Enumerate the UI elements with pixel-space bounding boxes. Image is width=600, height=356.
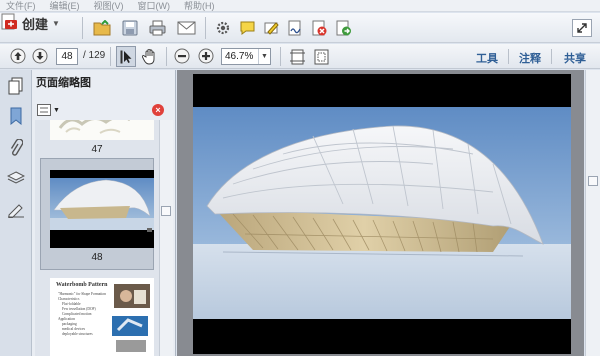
fit-width-icon[interactable] bbox=[288, 47, 306, 66]
thumbnail-label: 47 bbox=[91, 144, 103, 155]
thumbnail-page-49[interactable]: Waterbomb Pattern "Harmonic" for Shape F… bbox=[50, 278, 154, 356]
panel-title: 页面缩略图 bbox=[36, 77, 91, 89]
toolbar-divider bbox=[166, 47, 167, 66]
toolbar-divider bbox=[82, 17, 83, 39]
share-pane-link[interactable]: 共享 bbox=[564, 50, 586, 66]
bookmarks-icon[interactable] bbox=[6, 106, 26, 126]
page-number-input[interactable]: 48 bbox=[56, 48, 78, 65]
menu-bar: 文件(F) 编辑(E) 视图(V) 窗口(W) 帮助(H) bbox=[0, 0, 600, 12]
hand-tool-icon[interactable] bbox=[140, 47, 158, 66]
toolbar-divider bbox=[110, 47, 111, 66]
main-toolbar: 创建 ▼ bbox=[0, 13, 600, 43]
thumbnail-options-menu[interactable]: ▼ bbox=[37, 104, 60, 116]
fit-page-icon[interactable] bbox=[312, 47, 330, 66]
zoom-level-select[interactable]: 46.7% ▼ bbox=[221, 48, 271, 65]
comment-pane-link[interactable]: 注释 bbox=[519, 50, 541, 66]
toolbar-divider bbox=[205, 17, 206, 39]
create-button-label: 创建 bbox=[22, 16, 49, 32]
chevron-down-icon[interactable]: ▼ bbox=[52, 19, 60, 28]
thumbnail-page-47[interactable] bbox=[50, 120, 154, 140]
toolbar-divider bbox=[551, 49, 552, 64]
toolbar-divider bbox=[508, 49, 509, 64]
slide-heading: Waterbomb Pattern bbox=[56, 282, 108, 288]
thumbnail-label: 48 bbox=[91, 252, 103, 263]
open-folder-icon[interactable] bbox=[92, 18, 112, 38]
document-scrollbar[interactable] bbox=[585, 70, 600, 356]
menu-file[interactable]: 文件(F) bbox=[6, 0, 36, 11]
chevron-down-icon: ▼ bbox=[53, 106, 60, 114]
toolbar-divider bbox=[280, 47, 281, 66]
close-panel-icon[interactable]: × bbox=[152, 104, 164, 116]
page-total-label: / 129 bbox=[83, 50, 106, 61]
navigation-toolbar: 48 / 129 46.7% ▼ 工具 注释 共享 bbox=[0, 44, 600, 69]
export-icon[interactable] bbox=[333, 18, 353, 38]
chevron-down-icon[interactable]: ▼ bbox=[258, 49, 270, 64]
attachments-icon[interactable] bbox=[6, 138, 26, 158]
save-icon[interactable] bbox=[120, 18, 140, 38]
menu-view[interactable]: 视图(V) bbox=[94, 0, 124, 11]
document-page bbox=[193, 74, 571, 354]
zoom-in-icon[interactable] bbox=[197, 47, 215, 65]
slide-bullet: deployable structures bbox=[62, 332, 93, 336]
zoom-level-value: 46.7% bbox=[225, 51, 254, 62]
expand-window-icon[interactable] bbox=[572, 19, 592, 37]
highlight-icon[interactable] bbox=[261, 18, 281, 38]
navigation-rail bbox=[0, 70, 32, 356]
email-icon[interactable] bbox=[175, 18, 197, 38]
scrollbar-thumb[interactable] bbox=[161, 206, 171, 216]
sign-icon[interactable] bbox=[285, 18, 305, 38]
page-thumbnails-panel: 页面缩略图 ▼ × 47 48 Waterbomb Pattern "Harmo… bbox=[32, 70, 176, 356]
create-pdf-icon bbox=[0, 13, 18, 34]
print-icon[interactable] bbox=[147, 18, 167, 38]
document-view[interactable] bbox=[177, 70, 584, 356]
slide-photos bbox=[112, 284, 150, 352]
menu-edit[interactable]: 编辑(E) bbox=[50, 0, 80, 11]
menu-window[interactable]: 窗口(W) bbox=[138, 0, 171, 11]
slide-image bbox=[193, 107, 571, 319]
comment-icon[interactable] bbox=[237, 18, 257, 38]
select-tool-icon[interactable] bbox=[116, 46, 136, 67]
zoom-out-icon[interactable] bbox=[173, 47, 191, 65]
signatures-icon[interactable] bbox=[6, 200, 26, 220]
previous-page-icon[interactable] bbox=[9, 47, 27, 65]
thumbnail-page-48[interactable] bbox=[50, 170, 154, 248]
tools-pane-link[interactable]: 工具 bbox=[476, 50, 498, 66]
options-icon bbox=[37, 104, 51, 116]
layers-icon[interactable] bbox=[6, 168, 26, 188]
gear-icon[interactable] bbox=[213, 18, 233, 38]
thumbnail-list[interactable]: 47 48 Waterbomb Pattern "Harmonic" for S… bbox=[35, 120, 159, 356]
redact-icon[interactable] bbox=[309, 18, 329, 38]
scrollbar-thumb[interactable] bbox=[588, 176, 598, 186]
slide-bullets: "Harmonic" for Shape Formation Character… bbox=[58, 292, 110, 337]
next-page-icon[interactable] bbox=[31, 47, 49, 65]
page-thumbnails-icon[interactable] bbox=[6, 76, 26, 96]
thumbnail-scrollbar[interactable] bbox=[159, 120, 173, 356]
menu-help[interactable]: 帮助(H) bbox=[184, 0, 215, 11]
